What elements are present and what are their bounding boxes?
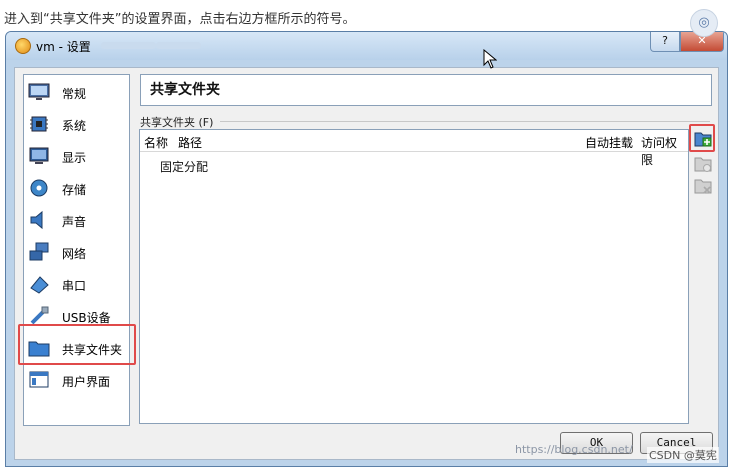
speaker-icon (30, 210, 43, 230)
display-icon (29, 147, 49, 164)
sidebar-item-label: 存储 (62, 183, 87, 197)
column-name[interactable]: 名称 (144, 134, 168, 151)
sidebar-item-network[interactable]: 网络 (24, 237, 129, 267)
sidebar-item-user-interface[interactable]: 用户界面 (24, 365, 129, 395)
sidebar-item-serial[interactable]: 串口 (24, 269, 129, 299)
shared-folders-table[interactable]: 名称 路径 自动挂载 访问权限 固定分配 (139, 129, 689, 424)
caption-text: 进入到“共享文件夹”的设置界面，点击右边方框所示的符号。 (4, 12, 356, 27)
settings-sidebar: 常规 系统 显示 存储 声音 网络 串口 USB设备 共享文件夹 用户界面 (23, 74, 130, 426)
sidebar-item-audio[interactable]: 声音 (24, 205, 129, 235)
chip-icon (30, 116, 48, 132)
sidebar-item-label: 声音 (62, 215, 87, 229)
highlight-add-button (689, 124, 715, 152)
help-button[interactable]: ? (650, 32, 680, 52)
blurred-title-text (101, 42, 156, 49)
network-icon (29, 242, 49, 261)
usb-icon (30, 306, 49, 325)
sidebar-item-display[interactable]: 显示 (24, 141, 129, 171)
highlight-shared-folders (18, 324, 136, 365)
sidebar-item-storage[interactable]: 存储 (24, 173, 129, 203)
serial-port-icon (30, 276, 49, 294)
edit-shared-folder-icon[interactable] (694, 155, 712, 173)
list-item[interactable]: 固定分配 (160, 158, 208, 175)
title-bar: vm - 设置 ? ✕ (6, 32, 727, 60)
ui-icon (29, 371, 49, 388)
table-header: 名称 路径 自动挂载 访问权限 (140, 130, 688, 167)
monitor-icon (28, 83, 50, 100)
page-title: 共享文件夹 (140, 74, 712, 106)
watermark-brand: CSDN @莫宪 (647, 447, 719, 463)
column-access[interactable]: 访问权限 (641, 134, 688, 168)
window-title: vm - 设置 (36, 40, 91, 54)
sidebar-item-system[interactable]: 系统 (24, 109, 129, 139)
group-divider (220, 121, 710, 122)
mouse-cursor-icon (483, 49, 497, 69)
sidebar-item-label: 显示 (62, 151, 87, 165)
group-label: 共享文件夹 (F) (140, 116, 214, 129)
disk-icon (30, 179, 48, 197)
dialog-body: 常规 系统 显示 存储 声音 网络 串口 USB设备 共享文件夹 用户界面 共享… (14, 67, 719, 460)
screenshot-tool-icon[interactable]: ◎ (690, 9, 718, 37)
sidebar-item-general[interactable]: 常规 (24, 77, 129, 107)
column-automount[interactable]: 自动挂载 (585, 134, 633, 151)
sidebar-item-label: 常规 (62, 87, 87, 101)
sidebar-item-label: 串口 (62, 279, 87, 293)
sidebar-item-label: 用户界面 (62, 375, 111, 389)
settings-window: vm - 设置 ? ✕ 常规 系统 显示 存储 声音 网络 串口 USB设备 共… (5, 31, 728, 467)
column-path[interactable]: 路径 (178, 134, 202, 151)
virtualbox-icon (15, 38, 31, 54)
blurred-title-text-2 (156, 42, 201, 49)
remove-shared-folder-icon[interactable] (694, 177, 712, 195)
sidebar-item-label: 系统 (62, 119, 87, 133)
sidebar-item-label: 网络 (62, 247, 87, 261)
watermark-url: https://blog.csdn.net/ (515, 443, 633, 456)
